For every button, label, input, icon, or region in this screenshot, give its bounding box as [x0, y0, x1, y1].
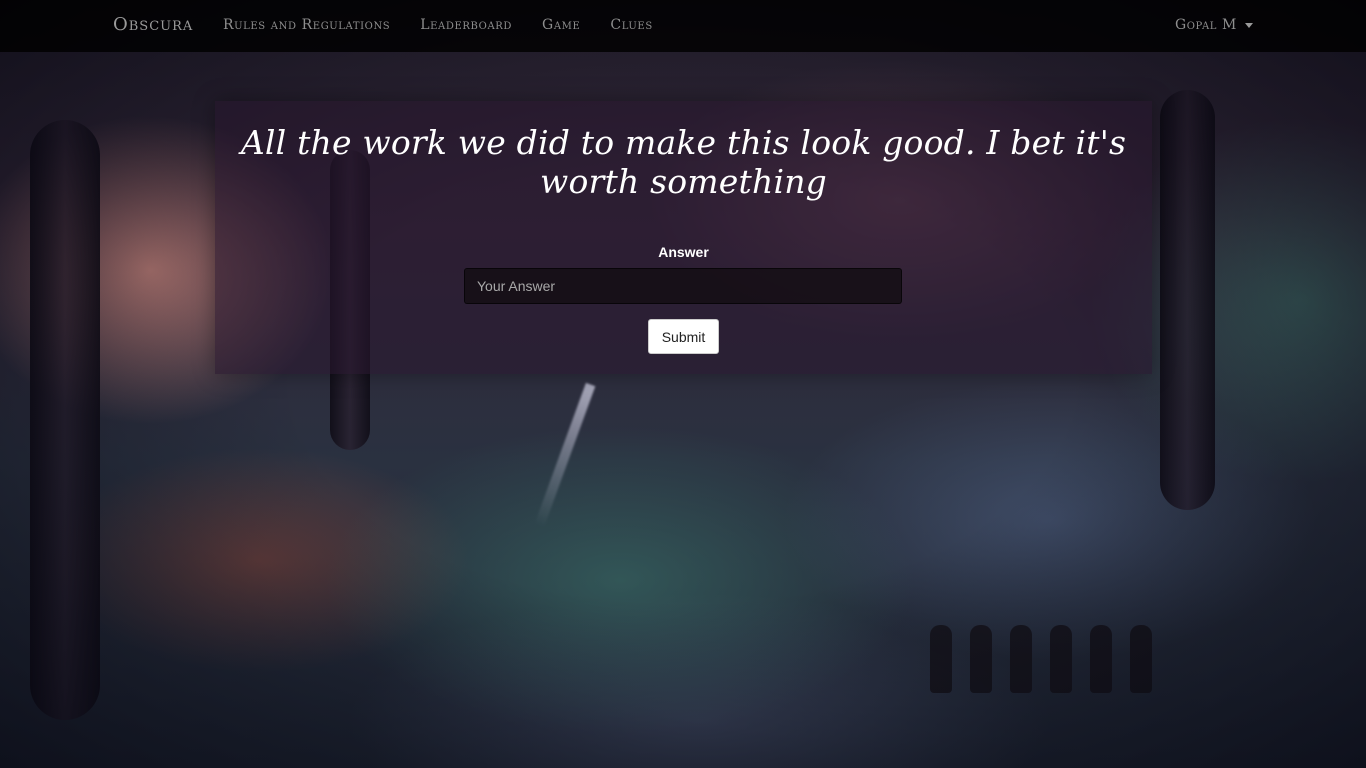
user-menu-dropdown[interactable]: Gopal M: [1175, 17, 1253, 33]
answer-input[interactable]: [464, 268, 902, 304]
top-navbar: Obscura Rules and Regulations Leaderboar…: [0, 0, 1366, 52]
nav-link-game[interactable]: Game: [542, 17, 580, 33]
answer-label: Answer: [658, 244, 709, 260]
user-name: Gopal M: [1174, 17, 1237, 33]
nav-link-rules[interactable]: Rules and Regulations: [223, 17, 390, 33]
nav-links: Rules and Regulations Leaderboard Game C…: [223, 17, 653, 33]
submit-button[interactable]: Submit: [648, 319, 719, 354]
question-text: All the work we did to make this look go…: [240, 123, 1127, 201]
brand-link[interactable]: Obscura: [113, 14, 193, 35]
nav-link-clues[interactable]: Clues: [610, 17, 652, 33]
caret-down-icon: [1245, 23, 1253, 28]
nav-link-leaderboard[interactable]: Leaderboard: [420, 17, 512, 33]
question-panel: All the work we did to make this look go…: [215, 101, 1152, 374]
